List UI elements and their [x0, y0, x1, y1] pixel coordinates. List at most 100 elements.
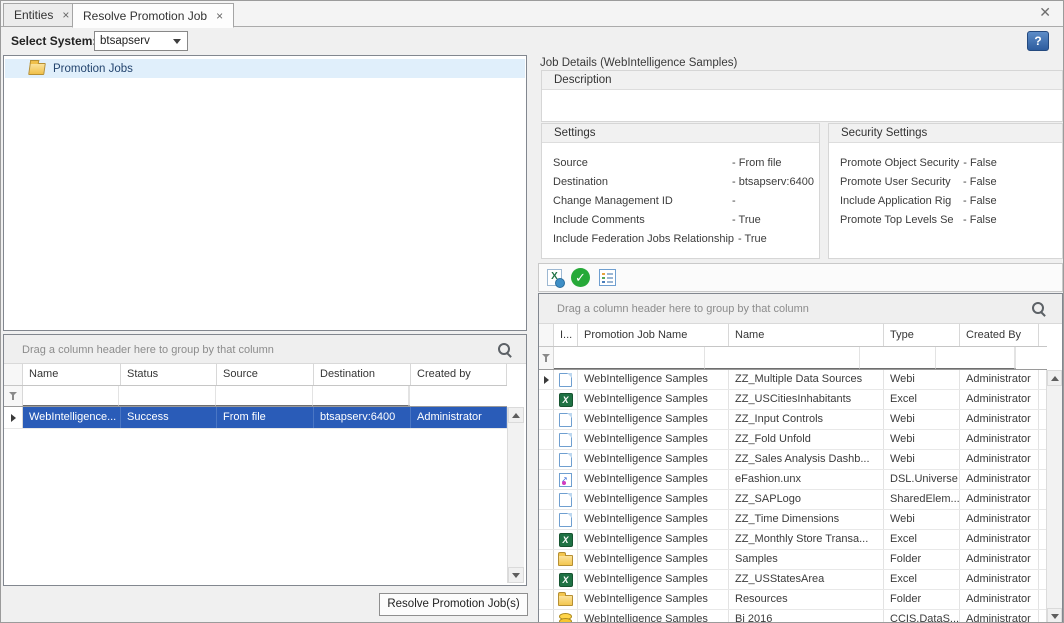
window-close-icon[interactable]: ✕	[1039, 5, 1051, 19]
object-type-icon	[559, 393, 573, 407]
column-header[interactable]: Source	[217, 364, 314, 385]
close-icon[interactable]: ×	[62, 10, 69, 20]
table-row[interactable]: WebIntelligence Samples ZZ_Multiple Data…	[539, 370, 1047, 390]
vertical-scrollbar[interactable]	[1046, 370, 1062, 623]
row-indicator-cell	[539, 430, 554, 449]
object-type-icon-cell	[554, 570, 578, 589]
security-label: Include Application Rig	[840, 192, 963, 211]
filter-cell[interactable]	[23, 386, 119, 406]
cell-name: ZZ_USStatesArea	[729, 570, 884, 589]
table-row[interactable]: WebIntelligence Samples ZZ_SAPLogo Share…	[539, 490, 1047, 510]
scroll-down-icon[interactable]	[1047, 608, 1062, 623]
object-type-icon-cell	[554, 530, 578, 549]
tab-resolve-label: Resolve Promotion Job	[83, 9, 207, 23]
promotion-jobs-grid: Drag a column header here to group by th…	[3, 334, 527, 586]
scroll-up-icon[interactable]	[1047, 370, 1062, 386]
select-system-label: Select System:	[11, 34, 96, 48]
column-header[interactable]: Created by	[411, 364, 507, 385]
column-header[interactable]: Name	[23, 364, 121, 385]
promotion-jobs-tree: Promotion Jobs	[3, 55, 527, 331]
filter-cell[interactable]	[313, 386, 409, 406]
tree-item-promotion-jobs[interactable]: Promotion Jobs	[5, 59, 525, 78]
column-header[interactable]: Status	[121, 364, 217, 385]
scroll-down-icon[interactable]	[508, 567, 524, 583]
object-type-icon-cell	[554, 610, 578, 623]
tab-entities[interactable]: Entities ×	[3, 3, 80, 27]
table-row[interactable]: WebIntelligence Samples Bi 2016 CCIS.Dat…	[539, 610, 1047, 623]
filter-cell[interactable]	[1015, 347, 1016, 369]
column-header[interactable]: Type	[884, 324, 960, 346]
table-row[interactable]: WebIntelligence Samples ZZ_Input Control…	[539, 410, 1047, 430]
cell-type: SharedElem...	[884, 490, 960, 509]
system-toolbar: Select System: btsapserv ?	[1, 28, 1063, 54]
column-header[interactable]: I...	[554, 324, 578, 346]
object-type-icon-cell	[554, 490, 578, 509]
table-row[interactable]: WebIntelligence Samples ZZ_Sales Analysi…	[539, 450, 1047, 470]
filter-cell[interactable]	[409, 386, 410, 406]
help-button[interactable]: ?	[1027, 31, 1049, 51]
cell-promotion-job-name: WebIntelligence Samples	[578, 590, 729, 609]
search-icon[interactable]	[1032, 302, 1046, 316]
row-indicator-cell	[539, 370, 554, 389]
filter-cell[interactable]	[936, 347, 1015, 369]
view-details-icon[interactable]	[599, 269, 616, 286]
security-row: Promote User Security - False	[829, 173, 1062, 192]
group-by-panel[interactable]: Drag a column header here to group by th…	[4, 335, 526, 364]
filter-cell[interactable]	[860, 347, 936, 369]
table-row[interactable]: WebIntelligence Samples Resources Folder…	[539, 590, 1047, 610]
filter-funnel-icon	[542, 353, 551, 363]
filter-cell[interactable]	[119, 386, 216, 406]
cell-type: Excel	[884, 570, 960, 589]
table-row[interactable]: WebIntelligence... Success From file bts…	[4, 407, 507, 429]
close-icon[interactable]: ×	[216, 11, 223, 21]
validate-check-icon[interactable]	[571, 268, 590, 287]
row-indicator-cell	[539, 450, 554, 469]
row-indicator-cell	[539, 530, 554, 549]
cell-created-by: Administrator	[960, 530, 1039, 549]
table-row[interactable]: WebIntelligence Samples ZZ_Monthly Store…	[539, 530, 1047, 550]
object-type-icon	[558, 595, 573, 606]
table-row[interactable]: WebIntelligence Samples ZZ_Fold Unfold W…	[539, 430, 1047, 450]
settings-row: Change Management ID -	[542, 192, 819, 211]
cell-type: Webi	[884, 510, 960, 529]
grid-header-row: I...Promotion Job NameNameTypeCreated By	[539, 324, 1047, 347]
filter-funnel-icon	[9, 391, 18, 401]
filter-cell[interactable]	[216, 386, 313, 406]
column-header[interactable]: Created By	[960, 324, 1039, 346]
cell-type: DSL.Universe	[884, 470, 960, 489]
group-by-panel[interactable]: Drag a column header here to group by th…	[539, 294, 1062, 324]
cell-type: Excel	[884, 390, 960, 409]
cell-destination: btsapserv:6400	[314, 407, 411, 428]
column-header[interactable]: Promotion Job Name	[578, 324, 729, 346]
scroll-up-icon[interactable]	[508, 407, 524, 423]
setting-label: Include Comments	[553, 211, 732, 230]
resolve-promotion-job-button[interactable]: Resolve Promotion Job(s)	[379, 593, 528, 616]
setting-value: - From file	[732, 154, 782, 173]
cell-created-by: Administrator	[960, 610, 1039, 623]
description-header: Description	[542, 71, 1062, 90]
filter-cell[interactable]	[705, 347, 860, 369]
table-row[interactable]: WebIntelligence Samples eFashion.unx DSL…	[539, 470, 1047, 490]
row-indicator-cell	[539, 410, 554, 429]
column-header[interactable]: Destination	[314, 364, 411, 385]
table-row[interactable]: WebIntelligence Samples ZZ_Time Dimensio…	[539, 510, 1047, 530]
table-row[interactable]: WebIntelligence Samples Samples Folder A…	[539, 550, 1047, 570]
object-type-icon-cell	[554, 410, 578, 429]
cell-created-by: Administrator	[411, 407, 507, 428]
grid-header-row: NameStatusSourceDestinationCreated by	[4, 364, 507, 386]
row-indicator-cell	[539, 550, 554, 569]
security-label: Promote Object Security	[840, 154, 963, 173]
export-excel-icon[interactable]	[547, 269, 562, 286]
table-row[interactable]: WebIntelligence Samples ZZ_USStatesArea …	[539, 570, 1047, 590]
tab-resolve-promotion-job[interactable]: Resolve Promotion Job ×	[72, 3, 234, 28]
filter-indicator-cell	[539, 347, 554, 369]
settings-row: Include Comments - True	[542, 211, 819, 230]
cell-name: ZZ_USCitiesInhabitants	[729, 390, 884, 409]
settings-row: Source - From file	[542, 154, 819, 173]
filter-cell[interactable]	[554, 347, 705, 369]
system-select-dropdown[interactable]: btsapserv	[94, 31, 188, 51]
column-header[interactable]: Name	[729, 324, 884, 346]
table-row[interactable]: WebIntelligence Samples ZZ_USCitiesInhab…	[539, 390, 1047, 410]
search-icon[interactable]	[498, 343, 512, 357]
vertical-scrollbar[interactable]	[507, 407, 524, 583]
